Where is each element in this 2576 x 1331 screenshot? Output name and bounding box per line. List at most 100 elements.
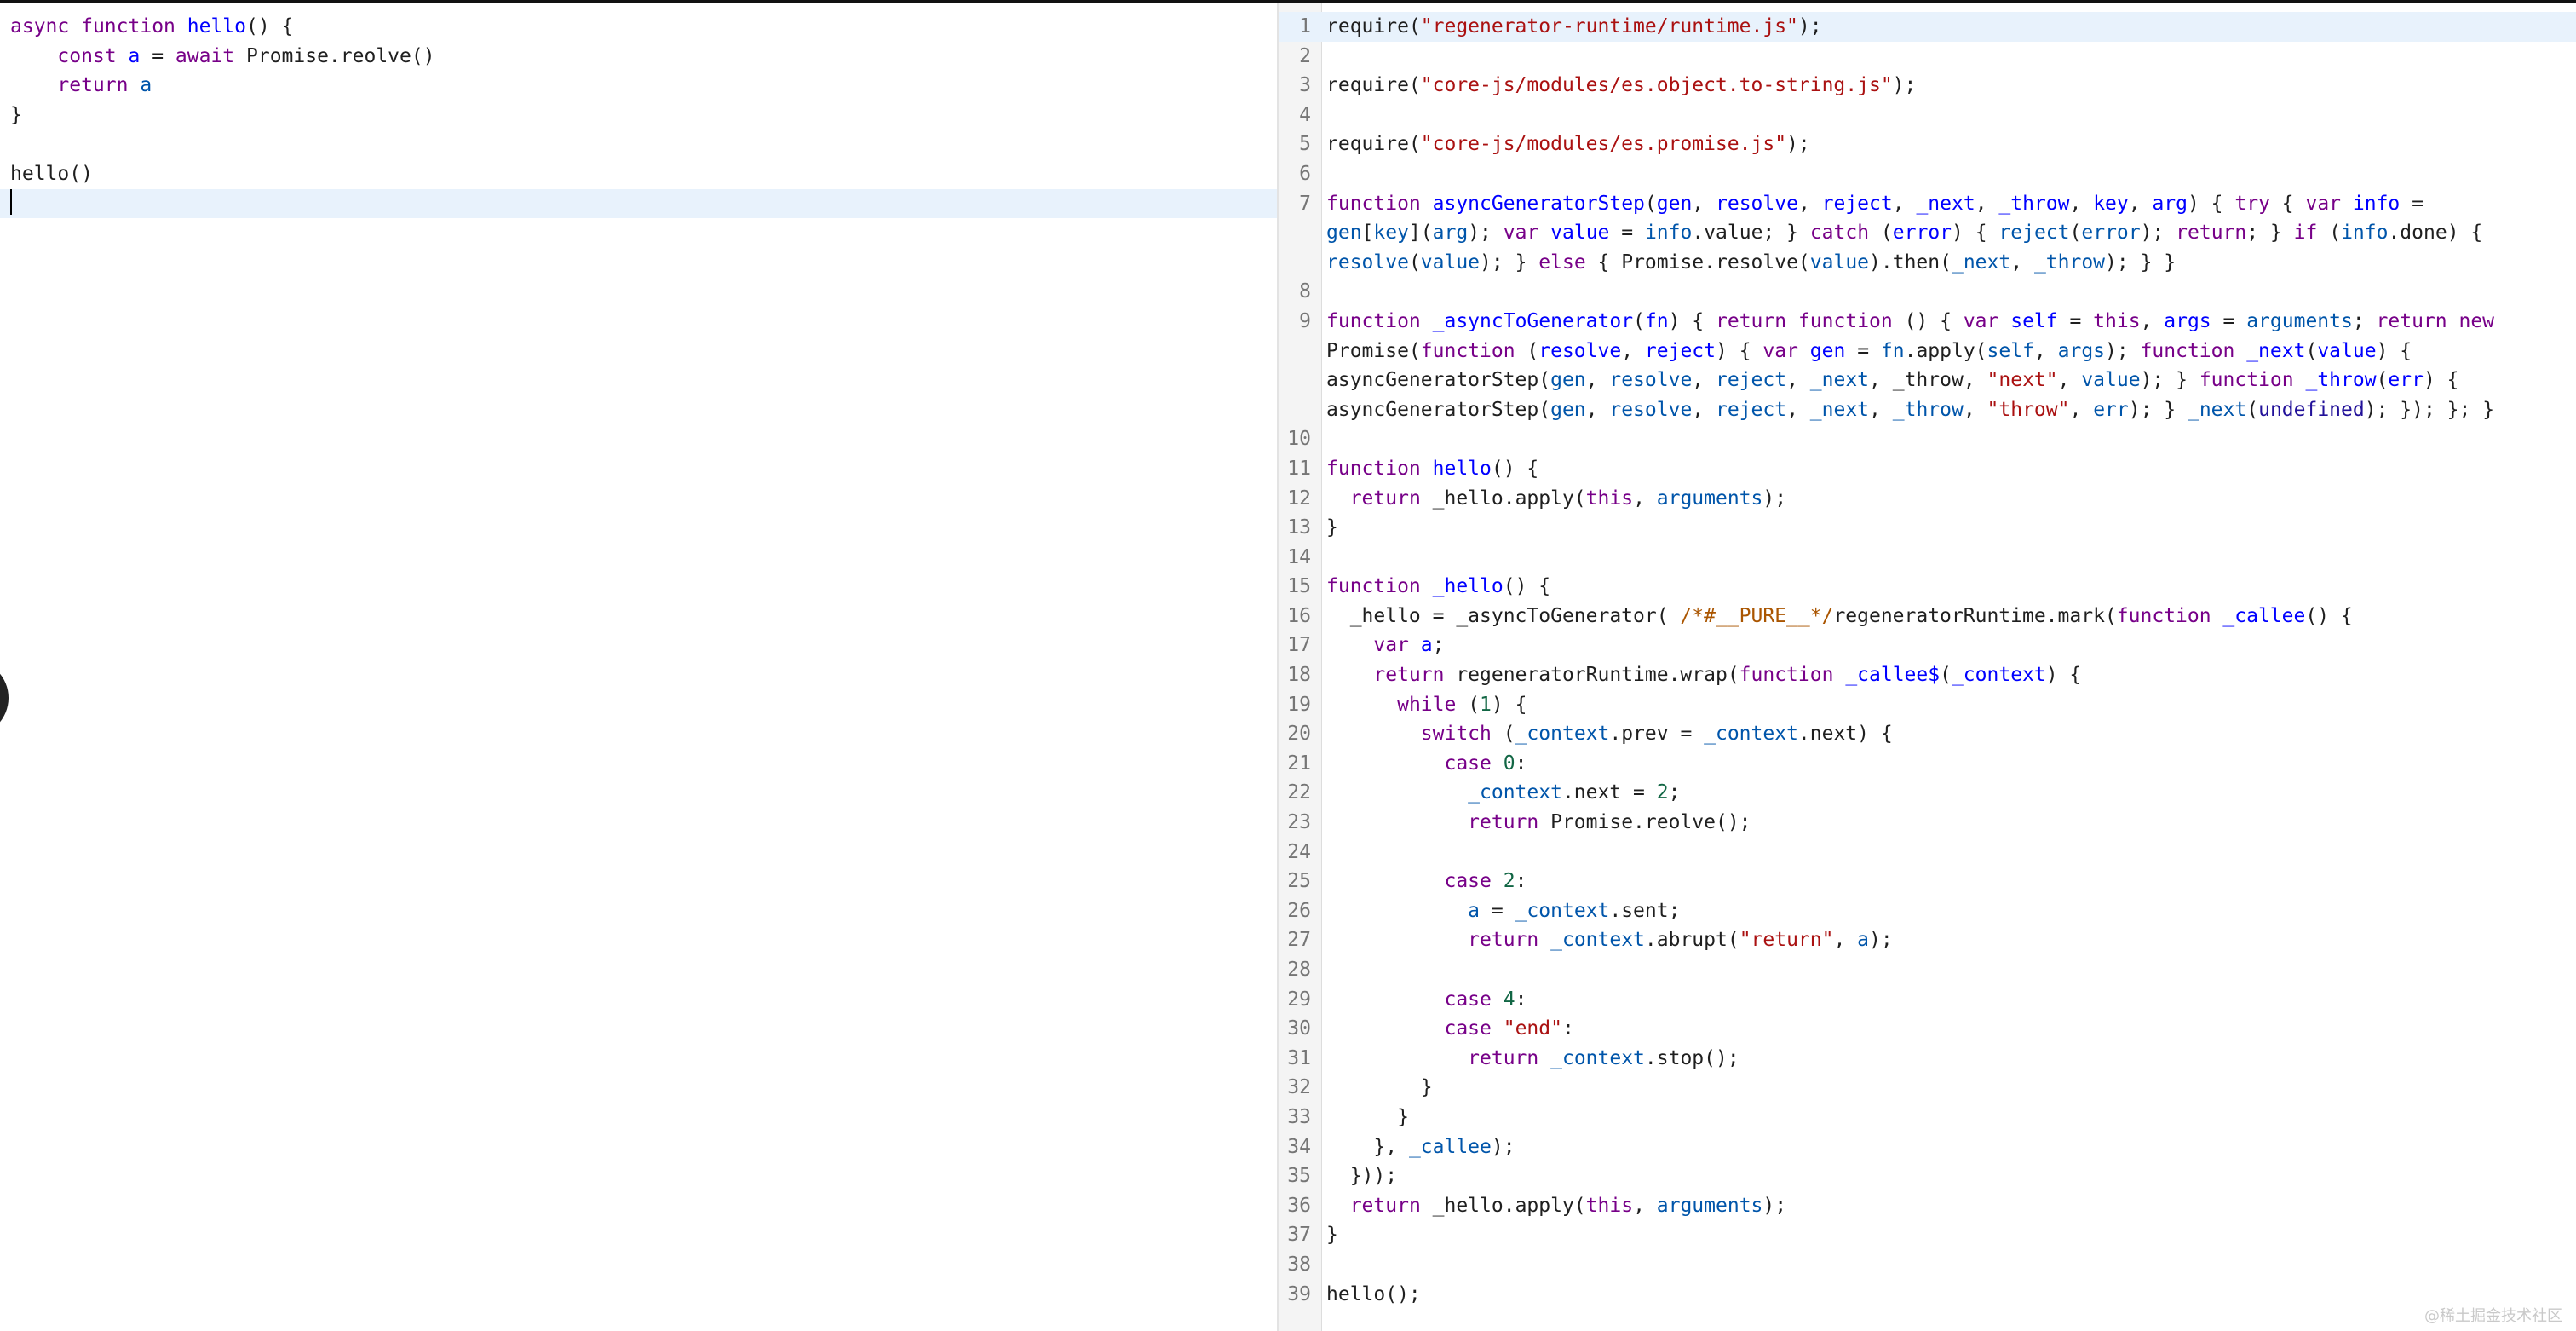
code-line[interactable]: 39hello();​ xyxy=(1279,1280,2576,1310)
code-token: .stop(); xyxy=(1644,1046,1739,1069)
code-line[interactable]: 15function _hello() {​ xyxy=(1279,572,2576,602)
line-number: 17 xyxy=(1287,634,1311,657)
line-number: 11 xyxy=(1287,457,1311,480)
code-token: ) { xyxy=(1952,222,1999,245)
code-line[interactable]: 12 return _hello.apply(this, arguments);… xyxy=(1279,484,2576,514)
line-number: 7 xyxy=(1299,192,1311,215)
code-line[interactable]: asyncGeneratorStep(gen, resolve, reject,… xyxy=(1279,366,2576,395)
code-line[interactable]: 10​ xyxy=(1279,424,2576,454)
code-token: Promise( xyxy=(1326,339,1421,362)
code-line[interactable]: 30 case "end":​ xyxy=(1279,1014,2576,1044)
code-text: case 0: xyxy=(1326,749,1527,779)
code-line[interactable]: 19 while (1) {​ xyxy=(1279,690,2576,720)
code-line[interactable]: 35 }));​ xyxy=(1279,1161,2576,1191)
code-line[interactable]: Promise(function (resolve, reject) { var… xyxy=(1279,337,2576,366)
code-line[interactable]: 11function hello() {​ xyxy=(1279,454,2576,484)
code-token: , xyxy=(1833,929,1858,952)
code-token: ( xyxy=(2317,222,2342,245)
code-line[interactable]: 32 }​ xyxy=(1279,1073,2576,1103)
code-line[interactable]: async function hello() { xyxy=(10,12,1277,42)
code-token: gen xyxy=(1809,339,1846,362)
code-token: a xyxy=(1420,634,1433,657)
line-number: 12 xyxy=(1287,487,1311,510)
line-number: 19 xyxy=(1287,693,1311,716)
code-line[interactable]: 14​ xyxy=(1279,543,2576,573)
code-token: : xyxy=(1515,752,1527,775)
code-line[interactable]: 22 _context.next = 2;​ xyxy=(1279,778,2576,808)
code-line[interactable]: const a = await Promise.reolve() xyxy=(10,42,1277,72)
code-line[interactable]: 24​ xyxy=(1279,838,2576,867)
code-token: = xyxy=(1609,222,1645,245)
code-line[interactable]: 20 switch (_context.prev = _context.next… xyxy=(1279,719,2576,749)
code-line[interactable]: 29 case 4:​ xyxy=(1279,985,2576,1015)
code-token: ); } } xyxy=(2105,251,2176,274)
code-text: require("core-js/modules/es.promise.js")… xyxy=(1326,130,1810,159)
code-line[interactable]: 25 case 2:​ xyxy=(1279,867,2576,896)
line-number: 24 xyxy=(1287,840,1311,863)
code-line[interactable]: 8​ xyxy=(1279,277,2576,307)
code-line[interactable]: 38​ xyxy=(1279,1250,2576,1280)
code-line[interactable]: 27 return _context.abrupt("return", a);​ xyxy=(1279,925,2576,955)
code-token: value xyxy=(2317,339,2377,362)
code-token: resolve xyxy=(1326,251,1409,274)
code-token: arg xyxy=(2152,192,2188,215)
code-text: return _hello.apply(this, arguments); xyxy=(1326,484,1786,514)
code-token: "core-js/modules/es.object.to-string.js" xyxy=(1420,74,1893,97)
code-line[interactable]: 26 a = _context.sent;​ xyxy=(1279,896,2576,926)
source-code-lines[interactable]: async function hello() { const a = await… xyxy=(0,12,1277,219)
code-line[interactable]: 23 return Promise.reolve();​ xyxy=(1279,808,2576,838)
code-token: ) { xyxy=(1716,339,1763,362)
line-number: 32 xyxy=(1287,1076,1311,1099)
code-token: 2 xyxy=(1656,781,1669,804)
code-line[interactable]: asyncGeneratorStep(gen, resolve, reject,… xyxy=(1279,395,2576,425)
code-line[interactable]: 6​ xyxy=(1279,159,2576,189)
code-line[interactable]: gen[key](arg); var value = info.value; }… xyxy=(1279,218,2576,248)
code-line[interactable]: return a xyxy=(10,71,1277,101)
code-token: hello() xyxy=(10,162,93,185)
code-line[interactable]: 2​ xyxy=(1279,42,2576,72)
code-line[interactable]: 5 require("core-js/modules/es.promise.js"… xyxy=(1279,130,2576,159)
code-line[interactable]: 36 return _hello.apply(this, arguments);… xyxy=(1279,1191,2576,1221)
code-line[interactable]: 9 function _asyncToGenerator(fn) { return… xyxy=(1279,307,2576,337)
line-number: 5 xyxy=(1299,133,1311,156)
code-line[interactable]: 18 return regeneratorRuntime.wrap(functi… xyxy=(1279,660,2576,690)
code-line[interactable]: 28​ xyxy=(1279,955,2576,985)
code-token: _callee xyxy=(2222,604,2306,627)
code-line[interactable]: hello() xyxy=(10,159,1277,189)
code-line[interactable]: 16 _hello = _asyncToGenerator( /*#__PURE… xyxy=(1279,602,2576,631)
code-line[interactable]: 33 }​ xyxy=(1279,1103,2576,1132)
code-line[interactable]: 34 }, _callee);​ xyxy=(1279,1132,2576,1162)
code-line[interactable]: 3 require("core-js/modules/es.object.to-s… xyxy=(1279,71,2576,101)
code-token: _hello.apply( xyxy=(1420,487,1586,510)
code-line[interactable]: resolve(value); } else { Promise.resolve… xyxy=(1279,248,2576,278)
code-token: function xyxy=(1326,457,1421,480)
code-line[interactable]: ​ xyxy=(10,130,1277,159)
code-line[interactable]: 17 var a;​ xyxy=(1279,631,2576,660)
line-number: 2 xyxy=(1299,44,1311,67)
code-line[interactable]: 31 return _context.stop();​ xyxy=(1279,1044,2576,1074)
code-line[interactable]: 1 require("regenerator-runtime/runtime.js… xyxy=(1279,12,2576,42)
compiled-output-editor[interactable]: 1 require("regenerator-runtime/runtime.js… xyxy=(1279,3,2576,1331)
source-code-editor[interactable]: async function hello() { const a = await… xyxy=(0,3,1277,1331)
code-line[interactable]: 13}​ xyxy=(1279,513,2576,543)
code-token: regeneratorRuntime.wrap( xyxy=(1444,664,1739,687)
code-text: a = _context.sent; xyxy=(1326,896,1680,926)
code-line[interactable]: } xyxy=(10,101,1277,130)
line-number: 22 xyxy=(1287,781,1311,804)
code-line[interactable]: 21 case 0:​ xyxy=(1279,749,2576,779)
code-token: : xyxy=(1561,1017,1574,1040)
code-line[interactable]: 4​ xyxy=(1279,101,2576,130)
code-text: return _context.abrupt("return", a); xyxy=(1326,925,1893,955)
code-line[interactable]: 7 function asyncGeneratorStep(gen, resolv… xyxy=(1279,189,2576,219)
code-line[interactable]: 37}​ xyxy=(1279,1220,2576,1250)
code-line[interactable]: ​ xyxy=(0,188,1277,219)
compiled-code-lines[interactable]: 1 require("regenerator-runtime/runtime.js… xyxy=(1279,12,2576,1309)
code-token: ]( xyxy=(1408,222,1433,245)
